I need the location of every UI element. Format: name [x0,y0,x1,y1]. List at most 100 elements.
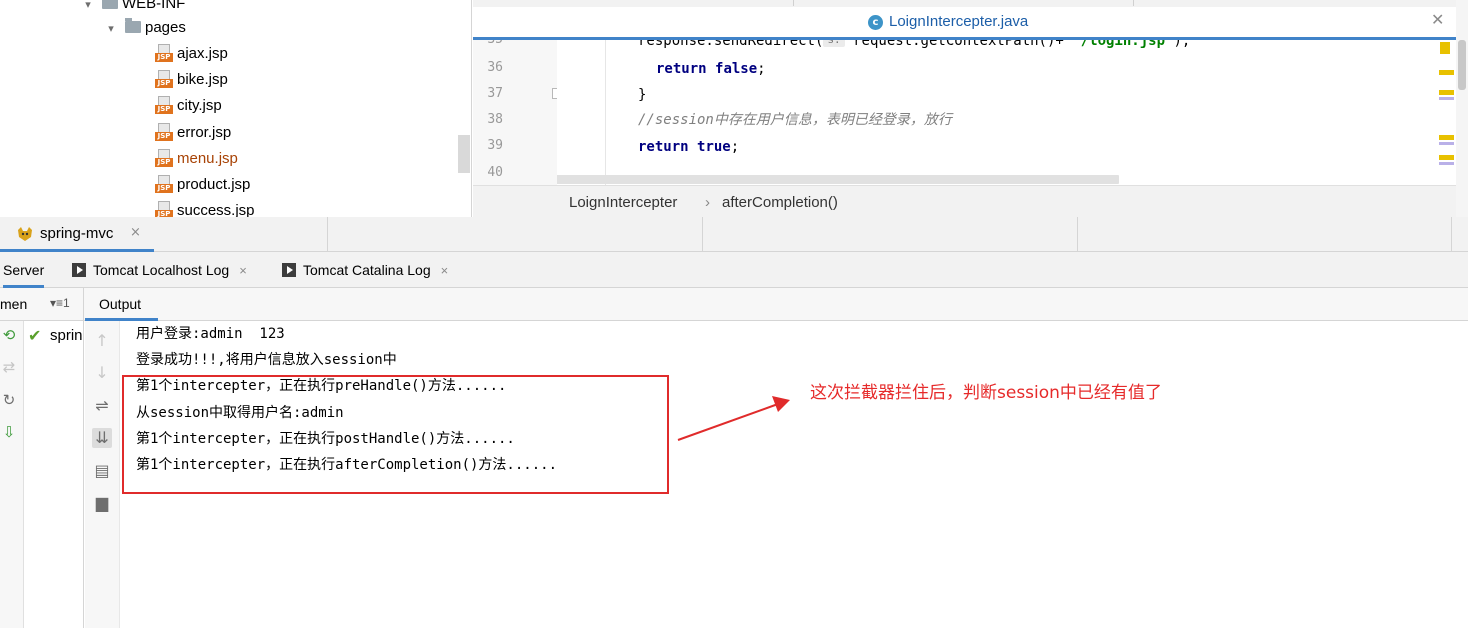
update-app-icon[interactable]: ⟲ [1,327,17,343]
tree-item-label: product.jsp [177,176,251,193]
breadcrumb-class[interactable]: LoignIntercepter [569,194,677,211]
editor-vertical-scrollbar[interactable] [1456,0,1468,217]
close-icon[interactable]: ✕ [1431,10,1444,29]
arrow-up-icon[interactable]: ↑ [92,331,112,351]
tab-label: Tomcat Catalina Log [303,262,431,278]
check-icon: ✔ [28,326,42,345]
project-tree: ▾ WEB-INF ▾ pages JSP ajax.jsp JSP bike.jsp … [0,0,472,217]
chevron-down-icon: ▾ [85,0,91,11]
tree-item-label: menu.jsp [177,150,238,167]
editor-tab-bar: c LoignIntercepter.java ✕ [473,0,1456,40]
line-number: 36 [487,60,503,75]
close-icon[interactable]: × [441,263,449,278]
tree-item-menu-jsp[interactable]: JSP menu.jsp [155,147,238,171]
sort-icon[interactable]: ▾≡1 [50,296,70,310]
breadcrumb: LoignIntercepter › afterCompletion() [473,185,1456,217]
code-line-39: return true; [638,139,740,155]
close-icon[interactable]: × [130,225,141,240]
warning-marker[interactable] [1439,155,1454,160]
tree-item-label: error.jsp [177,124,232,141]
jsp-file-icon: JSP [155,149,173,167]
line-number: 38 [487,112,503,127]
jsp-file-icon: JSP [155,96,173,114]
print-icon[interactable]: ▤ [92,461,112,481]
close-icon[interactable]: × [239,263,247,278]
indent-guide [605,40,606,185]
tree-item-product-jsp[interactable]: JSP product.jsp [155,173,250,197]
tree-item-label: city.jsp [177,97,222,114]
run-tab-spring-mvc[interactable]: spring-mvc × [0,217,154,252]
tab-tomcat-catalina-log[interactable]: Tomcat Catalina Log × [282,252,448,288]
tab-separator [1133,0,1134,6]
trash-icon[interactable]: ▆ [92,493,112,513]
tree-item-city-jsp[interactable]: JSP city.jsp [155,94,222,118]
annotation-arrow-icon [677,396,790,441]
breadcrumb-separator: › [705,194,710,211]
change-marker[interactable] [1439,97,1454,100]
warning-marker[interactable] [1439,70,1454,75]
tree-item-label: pages [145,19,186,36]
tab-output[interactable]: Output [85,288,158,321]
console-toolbar: ↑ ↓ ⇌ ⇊ ▤ ▆ [85,321,120,628]
jsp-file-icon: JSP [155,123,173,141]
code-editor: c LoignIntercepter.java ✕ 35 36 37 38 39… [473,0,1468,217]
tree-item-label: ajax.jsp [177,45,228,62]
deployment-item[interactable]: sprin [50,327,83,344]
code-area[interactable]: response.sendRedirect(s: request.getCont… [557,40,1427,185]
arrow-down-icon[interactable]: ↓ [92,363,112,383]
tomcat-icon [18,227,32,241]
tree-item-ajax-jsp[interactable]: JSP ajax.jsp [155,42,228,66]
deploy-icon[interactable]: ⇩ [1,424,17,440]
tab-label: Tomcat Localhost Log [93,262,230,278]
tree-item-pages[interactable]: ▾ pages [103,16,186,40]
soft-wrap-icon[interactable]: ⇌ [92,396,112,416]
deployment-header: men ▾≡1 [0,288,84,321]
editor-tab-loignintercepter[interactable]: c LoignIntercepter.java ✕ [473,7,1456,40]
code-line-37: } [638,87,647,103]
change-marker[interactable] [1439,162,1454,165]
stop-icon[interactable]: ⇄ [1,359,17,375]
run-left-toolbar: ⟲ ⇄ ↻ ⇩ [0,321,24,628]
warning-marker[interactable] [1439,90,1454,95]
log-console-icon [282,263,296,277]
tree-item-label: bike.jsp [177,71,228,88]
scroll-to-end-icon[interactable]: ⇊ [92,428,112,448]
log-console-icon [72,263,86,277]
horizontal-scrollbar[interactable] [557,175,1119,184]
line-number: 40 [487,165,503,180]
tree-item-success-jsp[interactable]: JSP success.jsp [155,199,255,217]
annotation-text: 这次拦截器拦住后，判断session中已经有值了 [810,383,1162,403]
tab-label: Output [99,296,142,312]
deployment-header-label: men [0,296,28,312]
code-line-35: response.sendRedirect(s: request.getCont… [638,40,1190,54]
highlight-box [122,375,669,494]
error-stripe [1430,40,1456,185]
tree-scrollbar[interactable] [458,135,470,173]
tree-item-label: success.jsp [177,202,255,217]
tree-item-bike-jsp[interactable]: JSP bike.jsp [155,68,228,92]
tree-item-error-jsp[interactable]: JSP error.jsp [155,121,231,145]
jsp-file-icon: JSP [155,201,173,217]
warning-marker[interactable] [1439,135,1454,140]
tab-tomcat-localhost-log[interactable]: Tomcat Localhost Log × [72,252,247,288]
warning-marker[interactable] [1440,42,1450,54]
divider [327,217,328,252]
change-marker[interactable] [1439,142,1454,145]
scrollbar-thumb[interactable] [1458,40,1466,90]
rerun-icon[interactable]: ↻ [1,392,17,408]
line-number-gutter: 35 36 37 38 39 40 [473,40,557,185]
jsp-file-icon: JSP [155,70,173,88]
line-number: 35 [479,40,503,47]
chevron-down-icon: ▾ [108,23,114,35]
tab-server[interactable]: Server [3,252,45,288]
line-number: 39 [487,138,503,153]
code-line-36: return false; [656,61,766,77]
deployment-list: ✔ sprin [24,321,84,628]
run-tab-label: spring-mvc [40,225,114,242]
editor-tab-label: LoignIntercepter.java [889,13,1029,30]
server-tab-bar: Server Tomcat Localhost Log × Tomcat Cata… [0,252,1468,288]
tree-item-web-inf[interactable]: ▾ WEB-INF [80,0,185,16]
console-line: 用户登录:admin 123 [136,326,285,342]
breadcrumb-method[interactable]: afterCompletion() [722,194,838,211]
folder-icon [102,0,118,9]
